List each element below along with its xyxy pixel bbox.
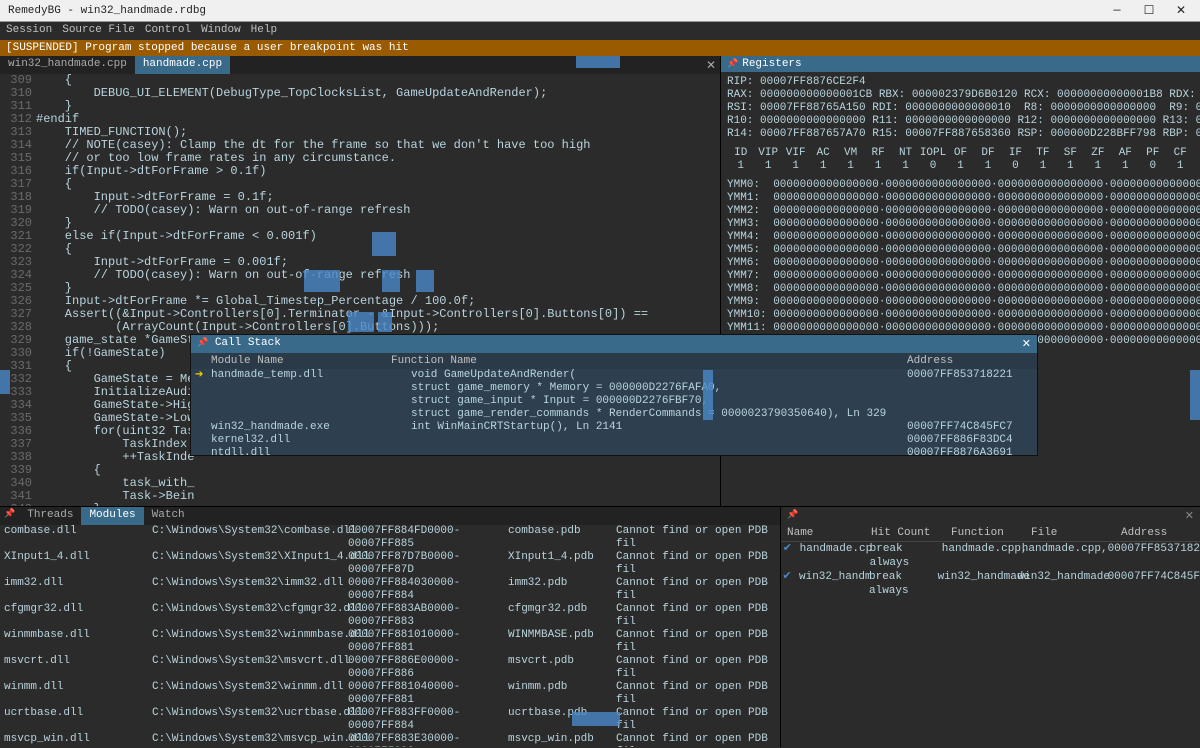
checkbox-icon[interactable]: ✔	[781, 542, 794, 570]
breakpoints-pane: 📌 ✕ Name Hit Count Function File Address…	[780, 507, 1200, 747]
module-row[interactable]: cfgmgr32.dllC:\Windows\System32\cfgmgr32…	[0, 603, 780, 629]
menu-source-file[interactable]: Source File	[62, 24, 135, 38]
callstack-row[interactable]: kernel32.dll00007FF886F83DC4	[191, 434, 1037, 447]
module-row[interactable]: winmm.dllC:\Windows\System32\winmm.dll00…	[0, 681, 780, 707]
col-hitcount[interactable]: Hit Count	[871, 527, 951, 539]
titlebar[interactable]: RemedyBG - win32_handmade.rdbg — ☐ ✕	[0, 0, 1200, 22]
col-module[interactable]: Module Name	[191, 355, 391, 367]
col-function[interactable]: Function Name	[391, 355, 907, 367]
callstack-window[interactable]: 📌 Call Stack ✕ Module Name Function Name…	[190, 334, 1038, 456]
highlight-box	[576, 56, 620, 68]
close-icon[interactable]: ✕	[1166, 3, 1196, 18]
checkbox-icon[interactable]: ✔	[781, 570, 793, 598]
registers-header[interactable]: 📌 Registers	[721, 56, 1200, 72]
pin-icon[interactable]: 📌	[787, 510, 798, 520]
highlight-box	[348, 312, 374, 332]
highlight-box	[1190, 370, 1200, 420]
col-address[interactable]: Address	[907, 355, 1037, 367]
title-text: RemedyBG - win32_handmade.rdbg	[4, 5, 206, 17]
highlight-box	[382, 270, 400, 292]
registers-title: Registers	[742, 58, 801, 70]
callstack-row[interactable]: struct game_render_commands * RenderComm…	[191, 408, 1037, 421]
callstack-row[interactable]: handmade_temp.dllvoid GameUpdateAndRende…	[191, 369, 1037, 382]
tab-modules[interactable]: Modules	[81, 507, 143, 525]
col-function[interactable]: Function	[951, 527, 1031, 539]
tab-threads[interactable]: Threads	[19, 507, 81, 525]
tab-handmade[interactable]: handmade.cpp	[135, 56, 230, 74]
source-tabbar: win32_handmade.cpp handmade.cpp ✕	[0, 56, 720, 74]
tab-watch[interactable]: Watch	[144, 507, 193, 525]
module-row[interactable]: XInput1_4.dllC:\Windows\System32\XInput1…	[0, 551, 780, 577]
menubar: Session Source File Control Window Help	[0, 22, 1200, 40]
menu-help[interactable]: Help	[251, 24, 277, 38]
tab-close-icon[interactable]: ✕	[706, 58, 716, 73]
highlight-box	[703, 370, 713, 420]
highlight-box	[378, 312, 392, 332]
col-address[interactable]: Address	[1121, 527, 1200, 539]
callstack-row[interactable]: struct game_input * Input = 000000D2276F…	[191, 395, 1037, 408]
pin-icon[interactable]: 📌	[197, 338, 208, 348]
col-name[interactable]: Name	[781, 527, 871, 539]
callstack-row[interactable]: win32_handmade.exeint WinMainCRTStartup(…	[191, 421, 1037, 434]
highlight-box	[0, 370, 10, 394]
module-row[interactable]: ucrtbase.dllC:\Windows\System32\ucrtbase…	[0, 707, 780, 733]
highlight-box	[372, 232, 396, 256]
module-row[interactable]: winmmbase.dllC:\Windows\System32\winmmba…	[0, 629, 780, 655]
callstack-row[interactable]: ntdll.dll00007FF8876A3691	[191, 447, 1037, 455]
breakpoint-row[interactable]: ✔handmade.cpbreak alwayshandmade.cpp,han…	[781, 542, 1200, 570]
highlight-box	[304, 270, 340, 292]
col-file[interactable]: File	[1031, 527, 1121, 539]
close-icon[interactable]: ✕	[1185, 509, 1194, 523]
maximize-icon[interactable]: ☐	[1134, 3, 1164, 18]
pin-icon[interactable]: 📌	[0, 507, 19, 525]
highlight-box	[416, 270, 434, 292]
minimize-icon[interactable]: —	[1102, 3, 1132, 18]
module-row[interactable]: msvcrt.dllC:\Windows\System32\msvcrt.dll…	[0, 655, 780, 681]
menu-window[interactable]: Window	[201, 24, 241, 38]
close-icon[interactable]: ✕	[1022, 337, 1031, 351]
callstack-title: Call Stack	[215, 337, 281, 349]
modules-pane: 📌 Threads Modules Watch combase.dllC:\Wi…	[0, 507, 780, 747]
menu-control[interactable]: Control	[145, 24, 191, 38]
module-row[interactable]: imm32.dllC:\Windows\System32\imm32.dll00…	[0, 577, 780, 603]
module-row[interactable]: msvcp_win.dllC:\Windows\System32\msvcp_w…	[0, 733, 780, 747]
menu-session[interactable]: Session	[6, 24, 52, 38]
pin-icon[interactable]: 📌	[727, 59, 738, 69]
breakpoint-row[interactable]: ✔win32_handmbreak alwayswin32_handmadewi…	[781, 570, 1200, 598]
highlight-box	[572, 712, 620, 726]
callstack-row[interactable]: struct game_memory * Memory = 000000D227…	[191, 382, 1037, 395]
status-bar: [SUSPENDED] Program stopped because a us…	[0, 40, 1200, 56]
module-row[interactable]: combase.dllC:\Windows\System32\combase.d…	[0, 525, 780, 551]
tab-win32-handmade[interactable]: win32_handmade.cpp	[0, 56, 135, 74]
current-frame-arrow-icon: ➔	[195, 369, 203, 381]
